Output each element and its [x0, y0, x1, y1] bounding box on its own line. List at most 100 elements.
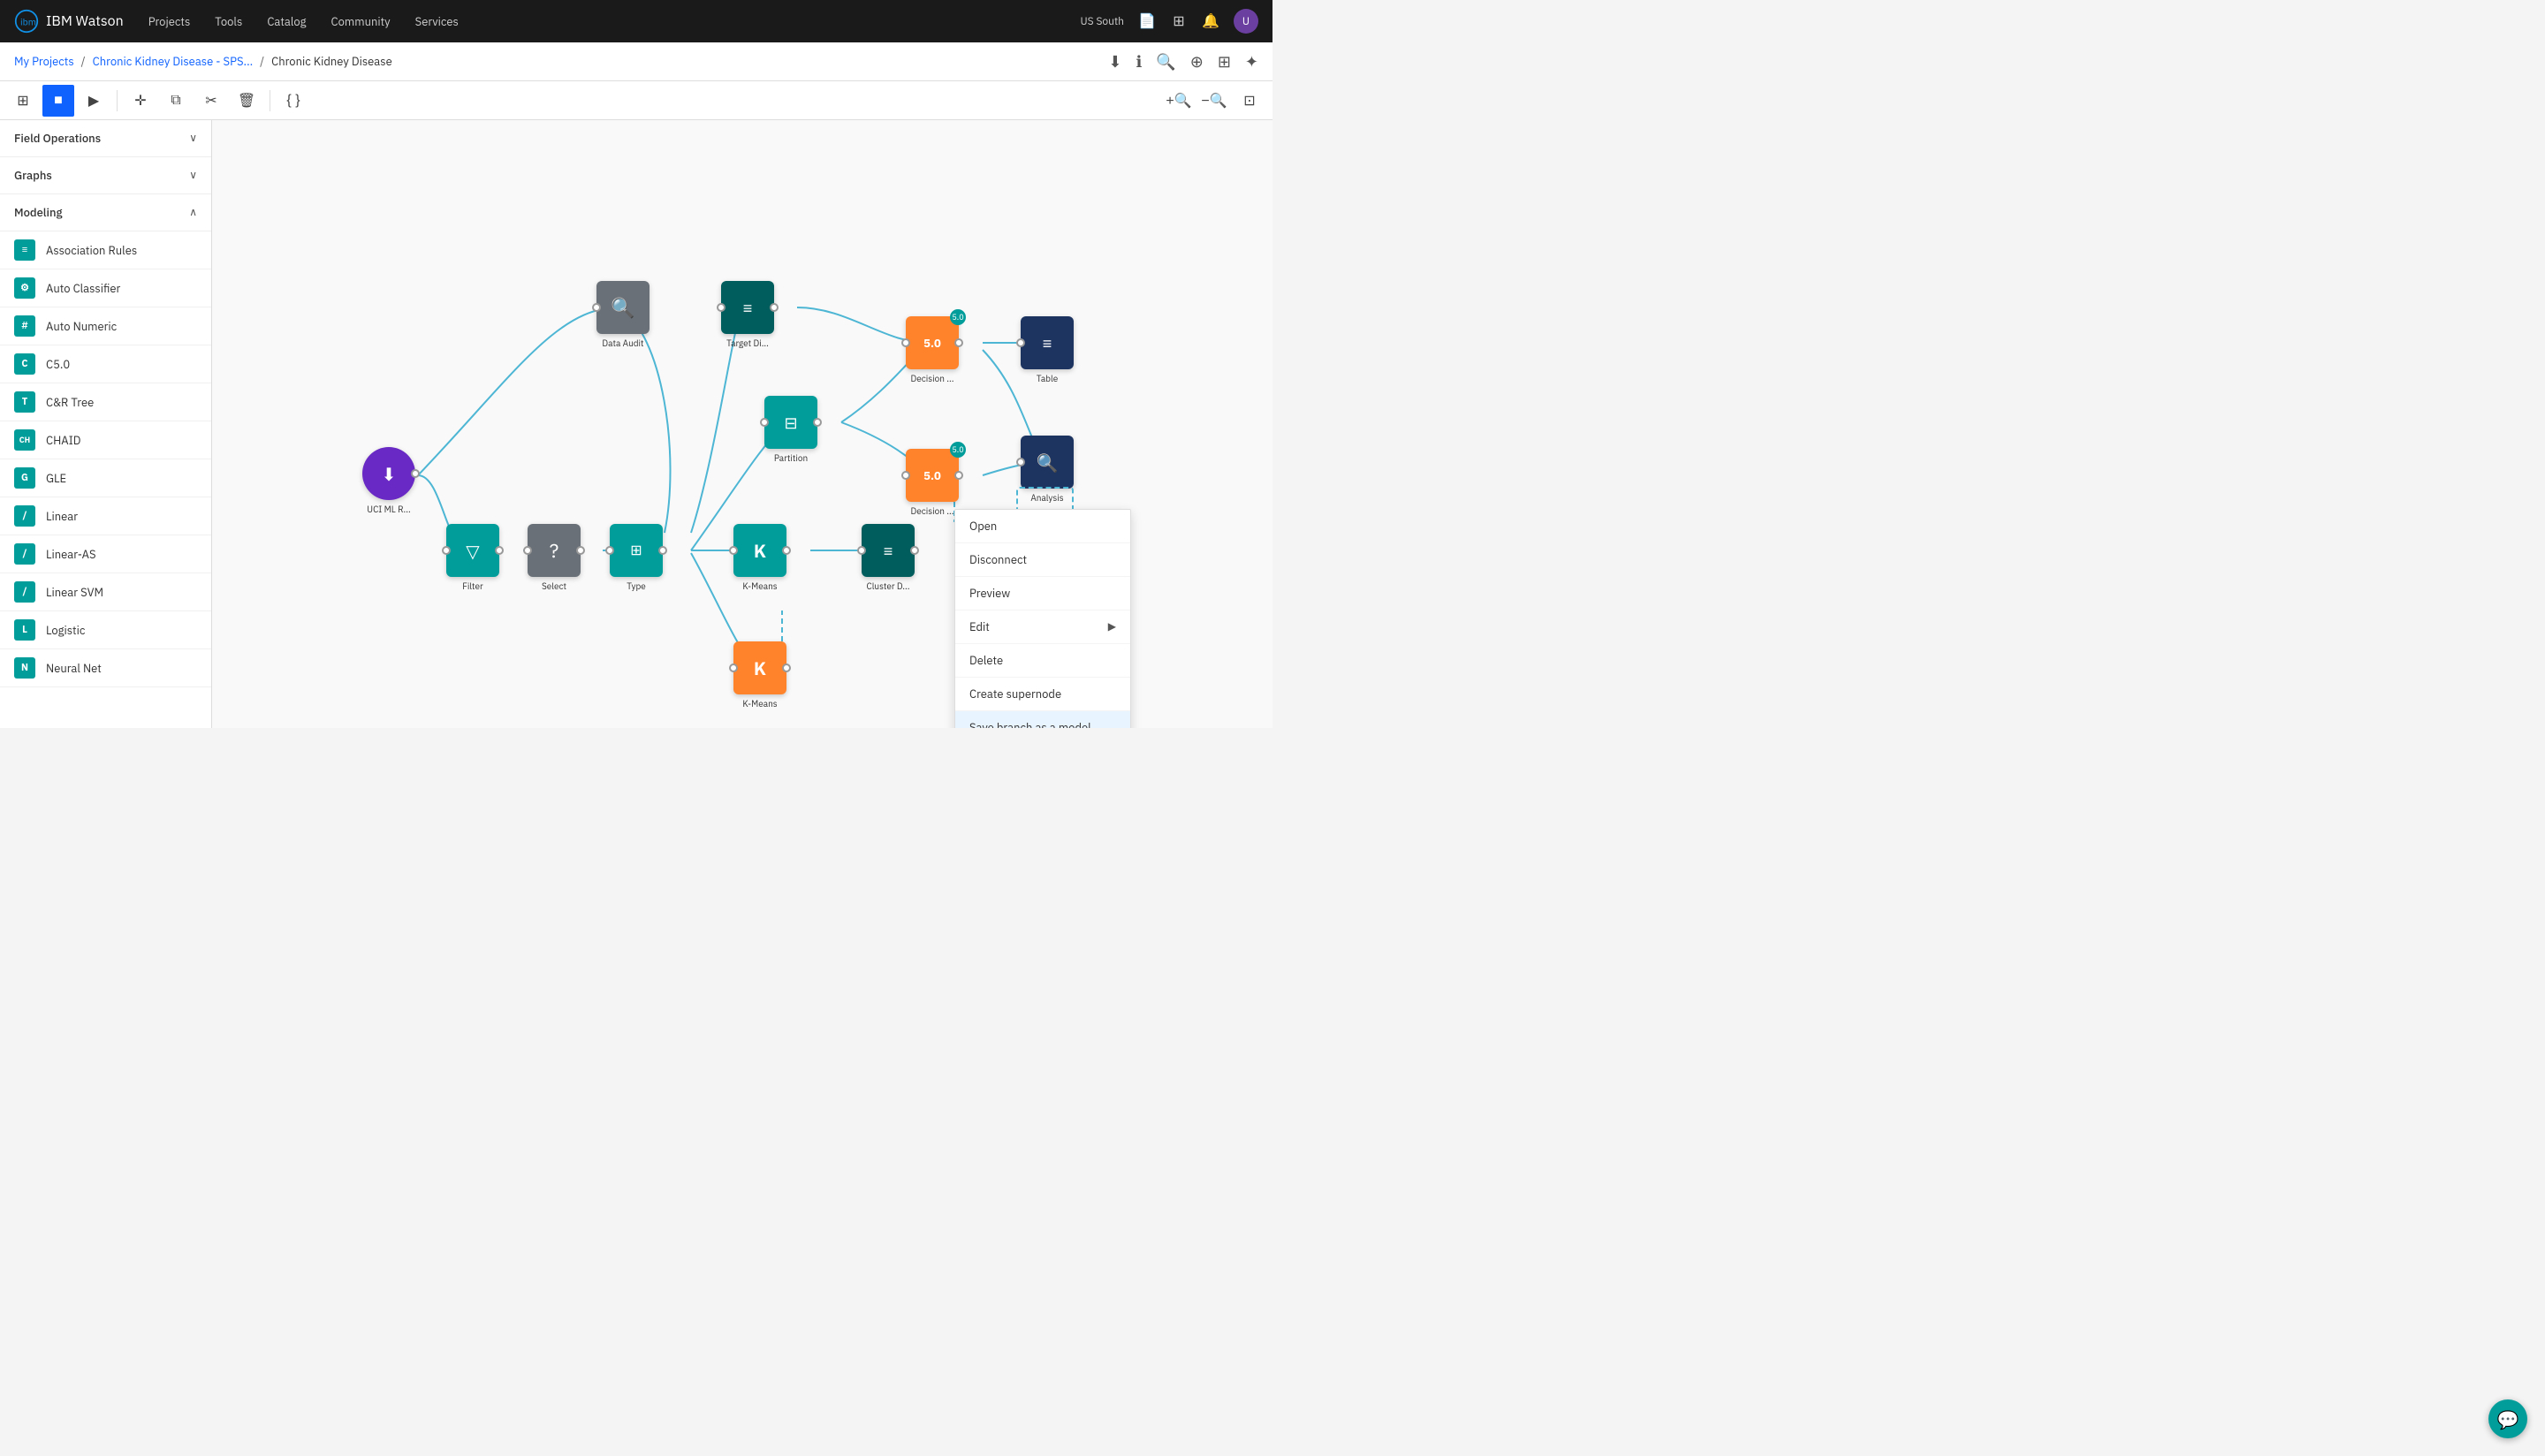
context-delete[interactable]: Delete	[955, 644, 1130, 678]
target-di-port-left[interactable]	[717, 303, 726, 312]
sidebar-field-ops-header[interactable]: Field Operations ∨	[0, 120, 211, 157]
nav-services[interactable]: Services	[412, 14, 462, 29]
download-icon[interactable]: ⬇	[1108, 51, 1121, 72]
sidebar-item-linear-as[interactable]: / Linear-AS	[0, 535, 211, 573]
select-port-left[interactable]	[523, 546, 532, 555]
sidebar-modeling-header[interactable]: Modeling ∧	[0, 194, 211, 231]
sidebar-item-cr-tree[interactable]: T C&R Tree	[0, 383, 211, 421]
node-target-di[interactable]: ≡ Target Di...	[721, 281, 774, 349]
breadcrumb-actions: ⬇ ℹ 🔍 ⊕ ⊞ ✦	[1108, 51, 1258, 72]
filter-port-right[interactable]	[495, 546, 504, 555]
tb-fit-btn[interactable]: ⊡	[1234, 85, 1265, 117]
node-uci-ml[interactable]: ⬇ UCI ML R...	[362, 447, 415, 515]
select-port-right[interactable]	[576, 546, 585, 555]
canvas-area[interactable]: ⬇ UCI ML R... ▽ Filter ? Select	[212, 120, 1272, 728]
decision2-port-right[interactable]	[954, 471, 963, 480]
sidebar-item-auto-classifier[interactable]: ⚙ Auto Classifier	[0, 269, 211, 307]
node-cluster-d[interactable]: ≡ Cluster D...	[862, 524, 915, 592]
filter-port-left[interactable]	[442, 546, 451, 555]
user-avatar[interactable]: U	[1234, 9, 1258, 34]
partition-port-right[interactable]	[813, 418, 822, 427]
node-decision2[interactable]: 5.0 5.0 Decision ...	[906, 449, 959, 517]
context-edit[interactable]: Edit ▶	[955, 610, 1130, 644]
type-port-left[interactable]	[605, 546, 614, 555]
logo[interactable]: ibm IBM Watson	[14, 9, 124, 34]
node-decision1[interactable]: 5.0 5.0 Decision ...	[906, 316, 959, 384]
tb-palette-btn[interactable]: ⊞	[7, 85, 39, 117]
context-preview[interactable]: Preview	[955, 577, 1130, 610]
tb-run-btn[interactable]: ▶	[78, 85, 110, 117]
cluster-d-port-left[interactable]	[857, 546, 866, 555]
chat-icon: 💬	[2497, 1407, 2519, 1431]
tb-copy-btn[interactable]: ⧉	[160, 85, 192, 117]
table-port-left[interactable]	[1016, 338, 1025, 347]
nav-tools[interactable]: Tools	[211, 14, 246, 29]
node-kmeans1[interactable]: K K-Means	[733, 524, 786, 592]
tb-move-btn[interactable]: ✛	[125, 85, 156, 117]
sidebar-item-linear[interactable]: / Linear	[0, 497, 211, 535]
decision2-port-left[interactable]	[901, 471, 910, 480]
share-icon[interactable]: ⊕	[1190, 51, 1204, 72]
linear-as-label: Linear-AS	[46, 547, 96, 562]
tb-zoom-out-btn[interactable]: −🔍	[1198, 85, 1230, 117]
sidebar-item-neural-net[interactable]: N Neural Net	[0, 649, 211, 687]
doc-icon[interactable]: 📄	[1138, 12, 1156, 30]
dashboard-icon[interactable]: ⊞	[1218, 51, 1231, 72]
analysis-port-left[interactable]	[1016, 458, 1025, 466]
node-select[interactable]: ? Select	[528, 524, 581, 592]
settings-icon[interactable]: ✦	[1245, 51, 1258, 72]
decision1-badge: 5.0	[950, 309, 966, 325]
context-disconnect[interactable]: Disconnect	[955, 543, 1130, 577]
breadcrumb-project[interactable]: Chronic Kidney Disease - SPS...	[93, 54, 254, 69]
sidebar-item-auto-numeric[interactable]: # Auto Numeric	[0, 307, 211, 345]
type-port-right[interactable]	[658, 546, 667, 555]
sidebar-item-c50[interactable]: C C5.0	[0, 345, 211, 383]
uci-ml-port-right[interactable]	[411, 469, 420, 478]
sidebar-graphs-header[interactable]: Graphs ∨	[0, 157, 211, 194]
kmeans1-port-right[interactable]	[782, 546, 791, 555]
select-label: Select	[542, 580, 566, 592]
sidebar-item-chaid[interactable]: CH CHAID	[0, 421, 211, 459]
data-audit-port-left[interactable]	[592, 303, 601, 312]
search-icon[interactable]: 🔍	[1156, 51, 1175, 72]
tb-stop-btn[interactable]: ■	[42, 85, 74, 117]
chaid-icon: CH	[14, 429, 35, 451]
node-table[interactable]: ≡ Table	[1021, 316, 1074, 384]
sidebar-item-assoc-rules[interactable]: ≡ Association Rules	[0, 231, 211, 269]
target-di-port-right[interactable]	[770, 303, 779, 312]
tb-cut-btn[interactable]: ✂	[195, 85, 227, 117]
decision1-label: Decision ...	[911, 373, 954, 384]
context-create-supernode[interactable]: Create supernode	[955, 678, 1130, 711]
node-partition[interactable]: ⊟ Partition	[764, 396, 817, 464]
node-filter[interactable]: ▽ Filter	[446, 524, 499, 592]
context-open-label: Open	[969, 519, 997, 534]
info-icon[interactable]: ℹ	[1136, 51, 1142, 72]
partition-port-left[interactable]	[760, 418, 769, 427]
node-kmeans2[interactable]: K K-Means	[733, 641, 786, 709]
kmeans2-port-right[interactable]	[782, 664, 791, 672]
decision1-port-left[interactable]	[901, 338, 910, 347]
breadcrumb-current: Chronic Kidney Disease	[271, 54, 392, 69]
nav-community[interactable]: Community	[328, 14, 394, 29]
bell-icon[interactable]: 🔔	[1202, 12, 1219, 30]
context-save-branch[interactable]: Save branch as a model	[955, 711, 1130, 728]
decision1-port-right[interactable]	[954, 338, 963, 347]
kmeans2-port-left[interactable]	[729, 664, 738, 672]
sidebar-item-gle[interactable]: G GLE	[0, 459, 211, 497]
breadcrumb-my-projects[interactable]: My Projects	[14, 54, 74, 69]
node-type[interactable]: ⊞ Type	[610, 524, 663, 592]
cluster-d-port-right[interactable]	[910, 546, 919, 555]
grid-icon[interactable]: ⊞	[1170, 12, 1188, 30]
sidebar-item-linear-svm[interactable]: / Linear SVM	[0, 573, 211, 611]
tb-delete-btn[interactable]: 🗑	[231, 85, 262, 117]
tb-zoom-in-btn[interactable]: +🔍	[1163, 85, 1195, 117]
context-create-supernode-label: Create supernode	[969, 686, 1061, 701]
sidebar-item-logistic[interactable]: L Logistic	[0, 611, 211, 649]
node-data-audit[interactable]: 🔍 Data Audit	[596, 281, 650, 349]
nav-projects[interactable]: Projects	[145, 14, 194, 29]
tb-code-btn[interactable]: { }	[277, 85, 309, 117]
context-open[interactable]: Open	[955, 510, 1130, 543]
kmeans1-port-left[interactable]	[729, 546, 738, 555]
nav-catalog[interactable]: Catalog	[263, 14, 309, 29]
chat-button[interactable]: 💬	[2488, 1399, 2527, 1438]
